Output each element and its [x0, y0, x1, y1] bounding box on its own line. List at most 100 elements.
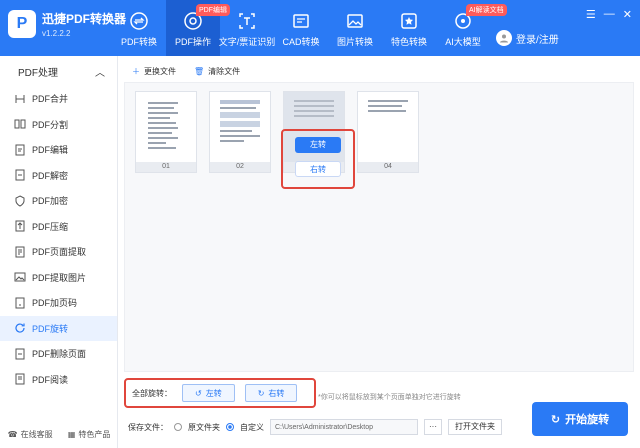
original-folder-radio[interactable]	[174, 423, 182, 431]
sidebar-item-label: PDF删除页面	[32, 349, 87, 360]
nav-label: 文字/票证识别	[218, 37, 276, 47]
convert-icon	[130, 12, 148, 30]
sidebar-item-label: PDF旋转	[32, 323, 69, 334]
app-logo: P 迅捷PDF转换器 v1.2.2.2	[8, 10, 126, 38]
sidebar-item-split[interactable]: PDF分割	[0, 112, 117, 138]
close-icon[interactable]: ✕	[623, 8, 632, 21]
save-label: 保存文件：	[128, 422, 168, 432]
nav-ai[interactable]: AI解读文档 AI大模型	[436, 0, 507, 56]
avatar	[496, 30, 512, 46]
sidebar-item-label: PDF加页码	[32, 298, 78, 309]
sidebar-item-encrypt[interactable]: PDF加密	[0, 188, 117, 214]
window-controls: ☰ — ✕	[586, 8, 632, 21]
sidebar-item-label: PDF页面提取	[32, 247, 87, 258]
open-folder-button[interactable]: 打开文件夹	[448, 419, 502, 435]
shield-icon	[15, 195, 25, 207]
rotate-left-label: 左转	[205, 388, 222, 398]
rotate-right-label: 右转	[268, 388, 285, 398]
sidebar-header[interactable]: PDF处理 ︿	[0, 56, 117, 86]
rotate-all-label: 全部旋转：	[132, 388, 172, 398]
page-content	[220, 100, 260, 145]
rotate-all-right-button[interactable]: ↻ 右转	[244, 384, 298, 402]
page-number-icon	[15, 297, 25, 309]
sidebar-footer: ☎ 在线客服 ▦ 特色产品	[0, 429, 118, 440]
sidebar-item-label: PDF分割	[32, 119, 69, 130]
headset-icon: ☎	[7, 430, 18, 439]
sidebar-item-label: PDF阅读	[32, 374, 69, 385]
rotate-icon: ↻	[550, 413, 561, 426]
sidebar-item-label: PDF提取图片	[32, 272, 87, 283]
clear-file-button[interactable]: 🗑 清除文件	[194, 66, 240, 77]
nav-cad[interactable]: CAD转换	[274, 0, 328, 56]
nav-special[interactable]: 特色转换	[382, 0, 436, 56]
rotate-page-right-button[interactable]: 右转	[295, 161, 341, 177]
nav-label: PDF操作	[174, 37, 211, 47]
extract-page-icon	[15, 246, 25, 258]
nav-image[interactable]: 图片转换	[328, 0, 382, 56]
page-preview-area: 01 02 03 04 左转 右转	[124, 82, 634, 372]
sidebar-item-rotate[interactable]: PDF旋转	[0, 315, 117, 341]
rotate-left-icon: ↺	[195, 388, 202, 398]
sidebar-item-label: PDF编辑	[32, 145, 69, 156]
minimize-icon[interactable]: —	[604, 8, 615, 21]
page-thumbnail[interactable]: 04	[357, 91, 419, 173]
sidebar-item-label: PDF解密	[32, 170, 69, 181]
sidebar-item-page-numbers[interactable]: PDF加页码	[0, 290, 117, 316]
sidebar-header-label: PDF处理	[18, 67, 58, 79]
page-rotate-highlight: 左转 右转	[281, 129, 355, 189]
page-content	[148, 102, 178, 152]
login-label: 登录/注册	[516, 34, 559, 46]
page-content	[368, 100, 408, 115]
sidebar-item-merge[interactable]: PDF合并	[0, 86, 117, 112]
rotate-page-left-button[interactable]: 左转	[295, 137, 341, 153]
plus-icon: ＋	[132, 67, 140, 76]
original-folder-label: 原文件夹	[188, 422, 220, 432]
page-thumbnail[interactable]: 01	[135, 91, 197, 173]
nav-label: CAD转换	[282, 37, 320, 47]
sidebar-item-decrypt[interactable]: PDF解密	[0, 163, 117, 189]
main-panel: ＋更换文件 🗑清除文件 01 02 03	[118, 56, 640, 448]
page-thumbnail[interactable]: 02	[209, 91, 271, 173]
split-icon	[14, 119, 26, 129]
grid-icon: ▦	[67, 430, 76, 439]
sidebar: PDF处理 ︿ PDF合并 PDF分割 PDF编辑 PDF解密 PDF加密 PD…	[0, 56, 118, 448]
chevron-up-icon: ︿	[95, 67, 105, 79]
trash-icon: 🗑	[194, 67, 205, 76]
custom-folder-label: 自定义	[240, 422, 264, 432]
sidebar-item-delete-pages[interactable]: PDF删除页面	[0, 341, 117, 367]
sidebar-item-edit[interactable]: PDF编辑	[0, 137, 117, 163]
unlock-icon	[15, 169, 25, 181]
custom-folder-radio[interactable]	[226, 423, 234, 431]
image-icon	[14, 272, 26, 282]
login-button[interactable]: 登录/注册	[496, 30, 559, 46]
nav-pdf-operate[interactable]: PDF编辑 PDF操作	[166, 0, 230, 56]
browse-button[interactable]: ···	[424, 419, 442, 435]
page-number: 02	[210, 162, 270, 172]
nav-badge: AI解读文档	[466, 4, 507, 16]
save-options: 保存文件： 原文件夹 自定义 C:\Users\Administrator\De…	[128, 419, 502, 435]
support-link[interactable]: ☎ 在线客服	[8, 429, 53, 440]
rotate-all-left-button[interactable]: ↺ 左转	[182, 384, 235, 402]
start-rotate-button[interactable]: ↻ 开始旋转	[532, 402, 628, 436]
sidebar-item-label: PDF压缩	[32, 221, 69, 232]
merge-icon	[15, 94, 25, 103]
sidebar-item-extract-images[interactable]: PDF提取图片	[0, 265, 117, 291]
nav-pdf-convert[interactable]: PDF转换	[112, 0, 166, 56]
page-number: 04	[358, 162, 418, 172]
rotate-icon	[15, 323, 25, 333]
sidebar-item-label: PDF合并	[32, 94, 69, 105]
nav-ocr[interactable]: 文字/票证识别	[218, 0, 276, 56]
rotate-hint: *你可以将鼠标放到某个页面单独对它进行旋转	[318, 394, 461, 401]
replace-file-button[interactable]: ＋ 更换文件	[132, 66, 176, 77]
products-link[interactable]: ▦ 特色产品	[68, 429, 111, 440]
menu-icon[interactable]: ☰	[586, 8, 596, 21]
sidebar-item-read[interactable]: PDF阅读	[0, 367, 117, 393]
ocr-icon	[239, 13, 255, 29]
page-content	[294, 100, 334, 120]
top-bar: P 迅捷PDF转换器 v1.2.2.2 PDF转换 PDF编辑 PDF操作 文字…	[0, 0, 640, 56]
rotate-all-group: 全部旋转： ↺ 左转 ↻ 右转	[124, 378, 316, 408]
sidebar-item-compress[interactable]: PDF压缩	[0, 214, 117, 240]
nav-label: PDF转换	[120, 37, 157, 47]
sidebar-item-extract-pages[interactable]: PDF页面提取	[0, 239, 117, 265]
save-path-field[interactable]: C:\Users\Administrator\Desktop	[270, 419, 418, 435]
